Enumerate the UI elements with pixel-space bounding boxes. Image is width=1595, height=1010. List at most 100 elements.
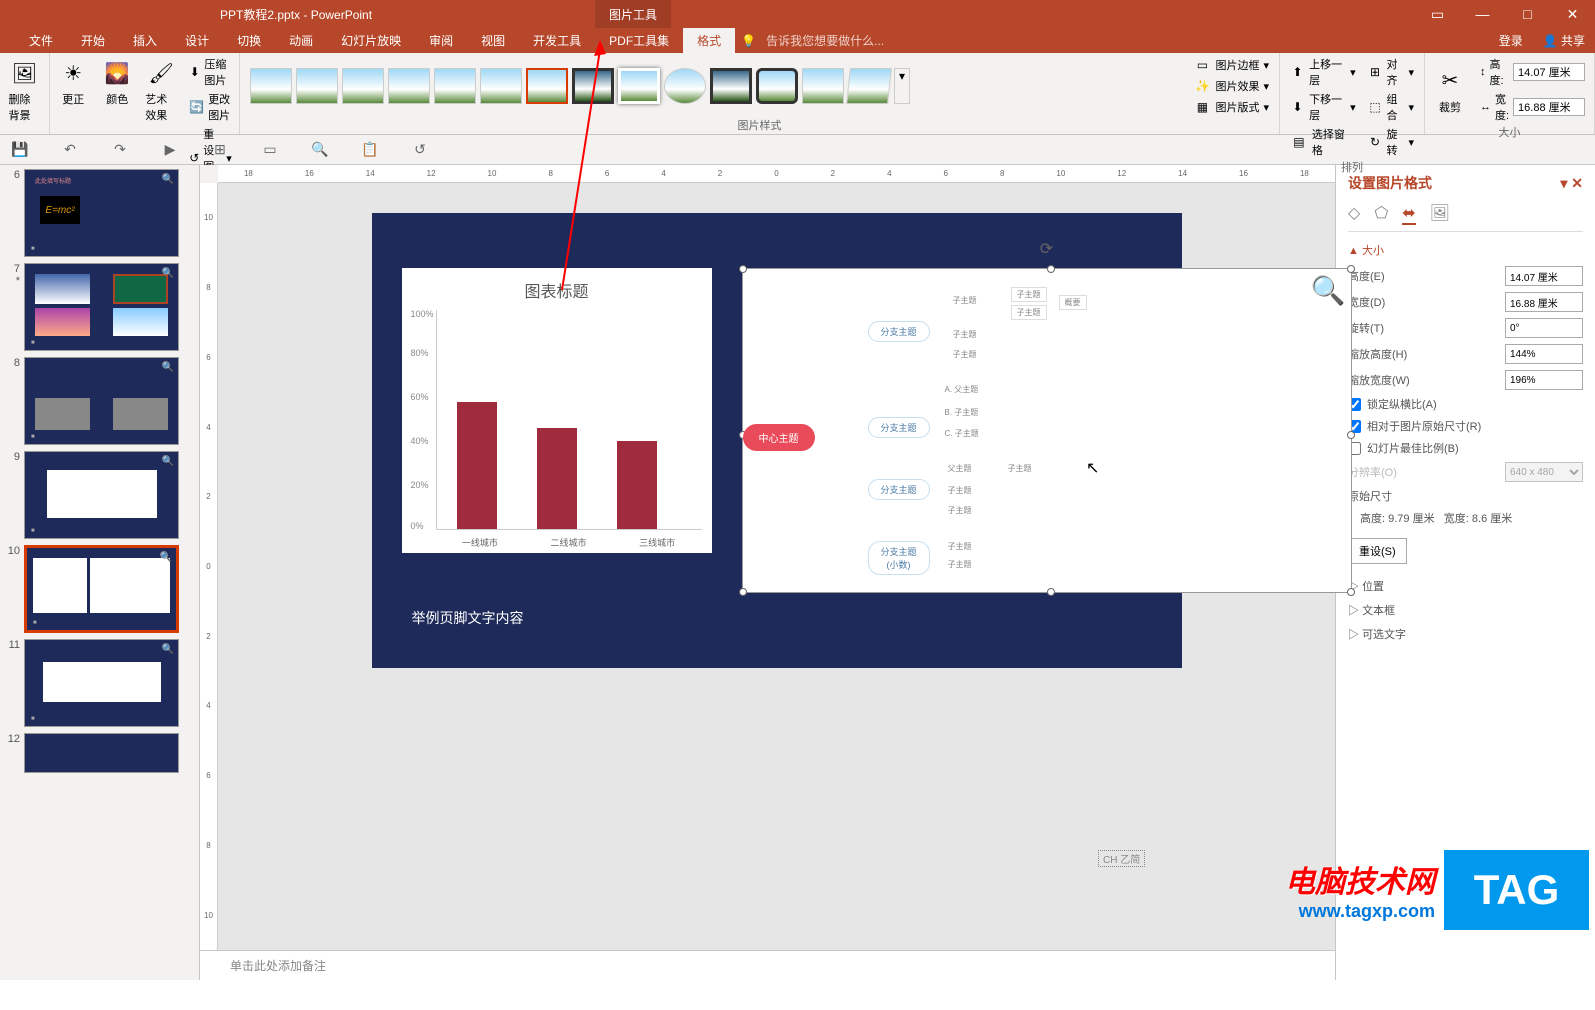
resize-handle[interactable] — [739, 265, 747, 273]
scale-w-field[interactable] — [1505, 370, 1583, 390]
compress-button[interactable]: ⬇压缩图片 — [185, 55, 236, 89]
best-scale-checkbox[interactable]: 幻灯片最佳比例(B) — [1348, 440, 1459, 456]
tab-view[interactable]: 视图 — [467, 28, 519, 53]
height-field[interactable] — [1505, 266, 1583, 286]
style-thumb[interactable] — [434, 68, 476, 104]
size-tab-icon[interactable]: ⬌ — [1402, 203, 1415, 225]
resize-handle[interactable] — [739, 588, 747, 596]
tab-transitions[interactable]: 切换 — [223, 28, 275, 53]
pane-menu-icon[interactable]: ▾ — [1560, 175, 1567, 191]
slide-canvas[interactable]: 图表标题 0% 20% 40% 60% 80% 100% — [372, 213, 1182, 668]
resize-handle[interactable] — [1347, 265, 1355, 273]
reset-button[interactable]: 重设(S) — [1348, 538, 1407, 564]
resize-handle[interactable] — [1347, 588, 1355, 596]
group-button[interactable]: ⬚组合 ▾ — [1364, 90, 1418, 124]
style-thumb[interactable] — [342, 68, 384, 104]
slide-thumb-10-active[interactable]: 🔍■ — [24, 545, 179, 633]
close-icon[interactable]: ✕ — [1550, 0, 1595, 28]
tab-slideshow[interactable]: 幻灯片放映 — [327, 28, 415, 53]
tell-me-input[interactable]: 告诉我您想要做什么... — [766, 32, 884, 49]
width-field[interactable] — [1505, 292, 1583, 312]
lock-ratio-checkbox[interactable]: 锁定纵横比(A) — [1348, 396, 1437, 412]
slide-thumb-12[interactable] — [24, 733, 179, 773]
scale-h-field[interactable] — [1505, 344, 1583, 364]
style-thumb[interactable] — [388, 68, 430, 104]
slide-thumb-6[interactable]: 此处填写标题E=mc²🔍■ — [24, 169, 179, 257]
chart-object[interactable]: 图表标题 0% 20% 40% 60% 80% 100% — [402, 268, 712, 553]
style-thumb[interactable] — [250, 68, 292, 104]
style-thumb[interactable] — [480, 68, 522, 104]
picture-styles-gallery[interactable]: ▾ — [246, 64, 914, 108]
tab-insert[interactable]: 插入 — [119, 28, 171, 53]
tab-file[interactable]: 文件 — [15, 28, 67, 53]
slide-thumbnail-panel[interactable]: 6 此处填写标题E=mc²🔍■ 7* 🔍■ 8 🔍■ 9 🔍■ 10 🔍■ 11… — [0, 165, 200, 980]
rel-orig-checkbox[interactable]: 相对于图片原始尺寸(R) — [1348, 418, 1481, 434]
ribbon-display-icon[interactable]: ▭ — [1415, 0, 1460, 28]
resize-handle[interactable] — [1347, 431, 1355, 439]
style-thumb-selected[interactable] — [526, 68, 568, 104]
picture-tab-icon[interactable]: 🖼 — [1430, 203, 1450, 225]
tab-pdf[interactable]: PDF工具集 — [595, 28, 683, 53]
qa-button[interactable]: ↺ — [410, 140, 430, 160]
slide-thumb-9[interactable]: 🔍■ — [24, 451, 179, 539]
rotate-field[interactable] — [1505, 318, 1583, 338]
rotate-button[interactable]: ↻旋转 ▾ — [1364, 125, 1418, 159]
tab-format[interactable]: 格式 — [683, 28, 735, 53]
section-position[interactable]: ▷ 位置 — [1348, 578, 1583, 594]
tab-review[interactable]: 审阅 — [415, 28, 467, 53]
style-thumb[interactable] — [296, 68, 338, 104]
compress-icon: ⬇ — [189, 63, 200, 81]
tab-animations[interactable]: 动画 — [275, 28, 327, 53]
send-backward-button[interactable]: ⬇下移一层 ▾ — [1286, 90, 1360, 124]
picture-layout-button[interactable]: ▦图片版式 ▾ — [1189, 97, 1273, 117]
style-thumb[interactable] — [756, 68, 798, 104]
rotation-handle-icon[interactable]: ⟳ — [1040, 239, 1053, 259]
section-alt-text[interactable]: ▷ 可选文字 — [1348, 626, 1583, 642]
qa-button[interactable]: 📋 — [360, 140, 380, 160]
notes-pane[interactable]: 单击此处添加备注 — [200, 950, 1335, 980]
slide-thumb-11[interactable]: 🔍■ — [24, 639, 179, 727]
section-size[interactable]: ▲ 大小 — [1348, 242, 1583, 258]
crop-button[interactable]: ✂裁剪 — [1430, 63, 1470, 117]
tab-home[interactable]: 开始 — [67, 28, 119, 53]
selection-pane-button[interactable]: ▤选择窗格 — [1286, 125, 1360, 159]
tab-design[interactable]: 设计 — [171, 28, 223, 53]
slide-thumb-7[interactable]: 🔍■ — [24, 263, 179, 351]
login-button[interactable]: 登录 — [1499, 32, 1523, 49]
tab-developer[interactable]: 开发工具 — [519, 28, 595, 53]
height-input[interactable] — [1513, 63, 1585, 81]
canvas-area[interactable]: 图表标题 0% 20% 40% 60% 80% 100% — [218, 183, 1335, 950]
picture-border-button[interactable]: ▭图片边框 ▾ — [1189, 55, 1273, 75]
change-picture-button[interactable]: 🔄更改图片 — [185, 90, 236, 124]
selected-picture[interactable]: ⟳ 🔍 中心主题 分支主题 分支主题 分支主题 — [742, 268, 1352, 593]
bring-forward-button[interactable]: ⬆上移一层 ▾ — [1286, 55, 1360, 89]
align-button[interactable]: ⊞对齐 ▾ — [1364, 55, 1418, 89]
style-thumb[interactable] — [618, 68, 660, 104]
contextual-tab-picture-tools[interactable]: 图片工具 — [595, 0, 671, 28]
section-textbox[interactable]: ▷ 文本框 — [1348, 602, 1583, 618]
style-thumb[interactable] — [664, 68, 706, 104]
style-thumb[interactable] — [572, 68, 614, 104]
mindmap-branch: 分支主题 — [868, 479, 930, 500]
slide-thumb-8[interactable]: 🔍■ — [24, 357, 179, 445]
minimize-icon[interactable]: — — [1460, 0, 1505, 28]
pane-close-icon[interactable]: ✕ — [1571, 175, 1583, 191]
qa-button[interactable]: ▭ — [260, 140, 280, 160]
width-input[interactable] — [1513, 98, 1585, 116]
maximize-icon[interactable]: □ — [1505, 0, 1550, 28]
effects-tab-icon[interactable]: ⬠ — [1374, 203, 1388, 225]
style-thumb[interactable] — [710, 68, 752, 104]
qa-button[interactable]: 🔍 — [310, 140, 330, 160]
style-thumb[interactable] — [802, 68, 844, 104]
gallery-more-button[interactable]: ▾ — [894, 68, 910, 104]
save-button[interactable]: 💾 — [10, 140, 30, 160]
remove-background-button[interactable]: 🖼 删除背景 — [5, 55, 45, 125]
fill-tab-icon[interactable]: ◇ — [1348, 203, 1360, 225]
resize-handle[interactable] — [1047, 265, 1055, 273]
layout-icon: ▦ — [1193, 98, 1211, 116]
bar-3 — [617, 441, 657, 529]
share-button[interactable]: 👤 共享 — [1543, 32, 1585, 49]
resize-handle[interactable] — [1047, 588, 1055, 596]
picture-effects-button[interactable]: ✨图片效果 ▾ — [1189, 76, 1273, 96]
style-thumb[interactable] — [846, 68, 892, 104]
